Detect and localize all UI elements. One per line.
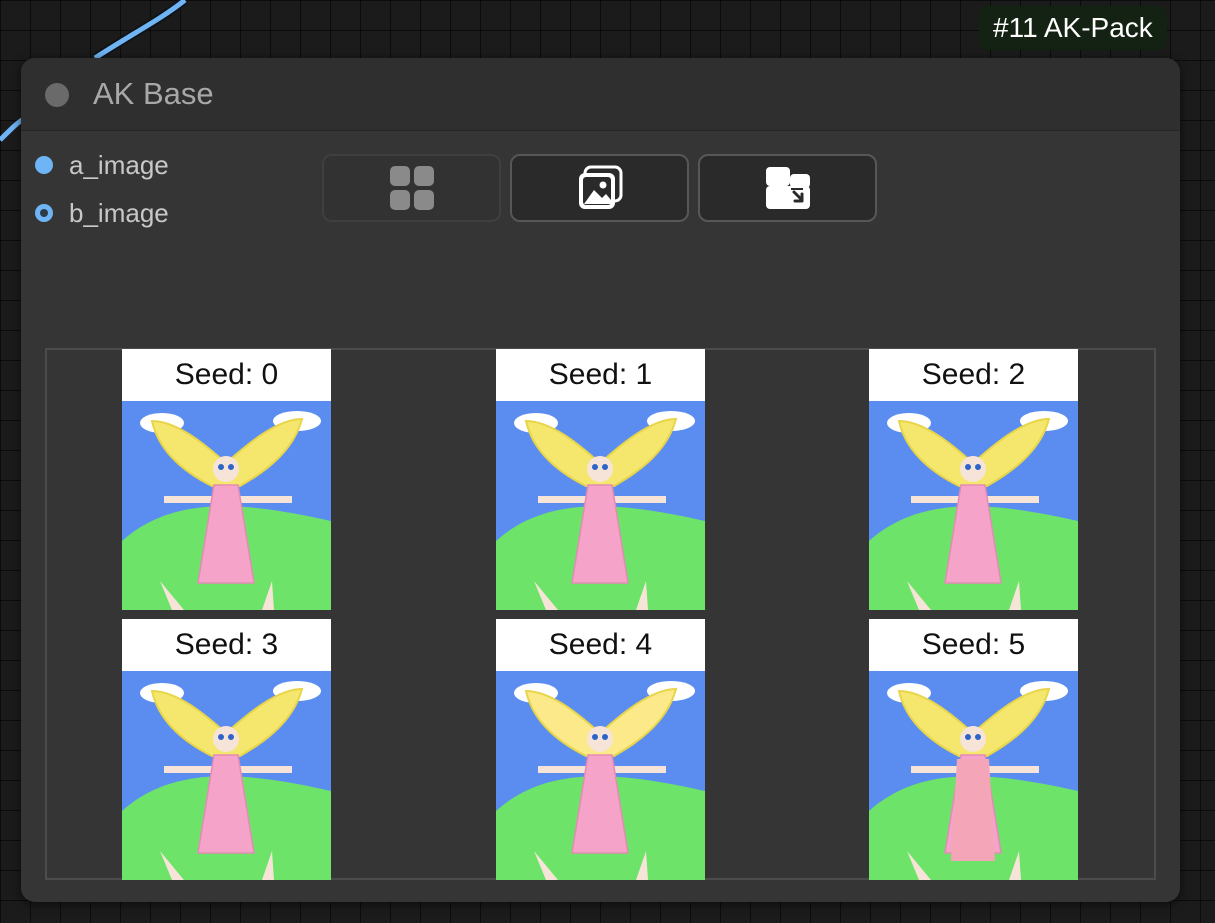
generated-image-thumbnail[interactable] — [122, 671, 331, 880]
input-label-b-image: b_image — [69, 198, 169, 228]
compare-icon — [765, 167, 810, 209]
gallery-tile[interactable]: Seed: 2 — [869, 349, 1078, 610]
node-pack-badge: #11 AK-Pack — [979, 6, 1167, 50]
generated-image-thumbnail[interactable] — [869, 401, 1078, 610]
input-socket-icon[interactable] — [35, 204, 53, 222]
generated-image-thumbnail[interactable] — [496, 401, 705, 610]
generated-image-thumbnail[interactable] — [122, 401, 331, 610]
single-image-view-button[interactable] — [510, 154, 689, 222]
gallery-tile[interactable]: Seed: 4 — [496, 619, 705, 880]
grid-icon — [389, 166, 434, 210]
image-gallery: Seed: 0 Seed: 1 Seed: 2 Seed: 3 Seed: 4 Seed:… — [45, 348, 1156, 880]
gallery-tile[interactable]: Seed: 0 — [122, 349, 331, 610]
grid-view-button[interactable] — [322, 154, 501, 222]
generated-image-thumbnail[interactable] — [869, 671, 1078, 880]
gallery-tile[interactable]: Seed: 5 — [869, 619, 1078, 880]
compare-view-button[interactable] — [698, 154, 877, 222]
image-icon — [578, 165, 622, 209]
generated-image-thumbnail[interactable] — [496, 671, 705, 880]
ak-base-node[interactable]: AK Base a_image b_image Seed: 0 Seed: 1 … — [21, 58, 1180, 902]
node-title: AK Base — [93, 76, 214, 111]
input-socket-icon[interactable] — [35, 156, 53, 174]
collapse-toggle-dot[interactable] — [45, 83, 69, 107]
node-header[interactable]: AK Base — [21, 58, 1180, 131]
seed-label: Seed: 1 — [548, 358, 653, 391]
seed-label: Seed: 4 — [548, 628, 653, 661]
input-label-a-image: a_image — [69, 150, 169, 180]
seed-label: Seed: 2 — [921, 358, 1026, 391]
seed-label: Seed: 5 — [921, 628, 1026, 661]
seed-label: Seed: 0 — [174, 358, 279, 391]
seed-label: Seed: 3 — [174, 628, 279, 661]
gallery-tile[interactable]: Seed: 3 — [122, 619, 331, 880]
gallery-tile[interactable]: Seed: 1 — [496, 349, 705, 610]
